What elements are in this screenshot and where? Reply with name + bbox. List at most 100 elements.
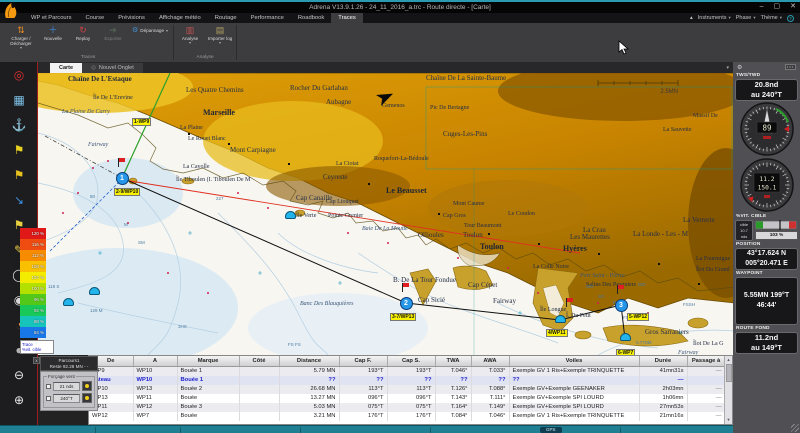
place-label: La Londe - Les - M — [633, 231, 688, 238]
collapse-ribbon-icon[interactable]: ▴ — [690, 15, 693, 21]
waypoint-marker-3[interactable]: 3 — [615, 299, 628, 312]
wind-speed-mark-button[interactable] — [82, 381, 92, 391]
buoy-marker[interactable] — [89, 287, 100, 295]
adrena-logo-icon — [3, 2, 18, 19]
buoy-marker[interactable] — [285, 211, 296, 219]
table-row[interactable]: WP10WP13Bouée 226.68 MN113°T113°TT.126°T… — [89, 385, 725, 394]
table-row[interactable]: bateauWP10Bouée 1????????????— — [89, 376, 725, 385]
depth-label: FSSH — [683, 303, 695, 308]
vit-cible-panel[interactable]: cible 10.7 nds 103 % — [735, 220, 798, 241]
table-row[interactable]: WP11WP12Bouée 35.03 MN075°T075°TT.164°T.… — [89, 403, 725, 412]
zoom-in-icon[interactable]: ⊕ — [0, 387, 38, 412]
table-row[interactable]: WP13WP11Bouée13.27 MN096°T096°TT.143°T.1… — [89, 394, 725, 403]
column-header-distance[interactable]: Distance — [279, 356, 339, 366]
sidebar-more-icon[interactable]: ••• — [785, 64, 796, 70]
column-header-awa[interactable]: AWA — [471, 356, 509, 366]
menu-tab-pr-visions[interactable]: Prévisions — [111, 13, 152, 23]
repair-button[interactable]: ⚙Dépannage▾ — [128, 25, 172, 36]
parcours-header[interactable]: x Parcours1 Reste 92.28 MN - - — [40, 356, 98, 371]
buoy-marker[interactable] — [555, 315, 566, 323]
wind-speed-field[interactable]: 21 nds — [53, 382, 80, 391]
waypoint-tag[interactable]: 4/WP11 — [546, 329, 568, 337]
position-panel[interactable]: 43°17.624 N 005°20.471 E — [735, 248, 798, 270]
route-fond-panel[interactable]: 11.2nd au 149°T — [735, 332, 798, 354]
route-marks-icon[interactable]: ⚑ — [0, 137, 38, 162]
ribbon-group-analyse: ▥Analyse▾▤Importer log▾Analyse — [175, 23, 235, 62]
place-label: La Sauvette — [663, 127, 692, 133]
nautical-chart[interactable]: 2.5MN Chaîne De — [38, 73, 735, 355]
tws-twd-panel[interactable]: 20.8nd au 240°T — [735, 79, 798, 101]
bearing-line-icon[interactable]: ↘ — [0, 187, 38, 212]
import-log-button[interactable]: ▤Importer log▾ — [205, 23, 235, 45]
scroll-thumb[interactable] — [726, 364, 732, 382]
phase-menu[interactable]: Phase — [736, 15, 752, 21]
zoom-out-icon[interactable]: ⊖ — [0, 362, 38, 387]
load-unload-button[interactable]: ⇅Charger / Décharger▾ — [4, 23, 38, 50]
analyse-button[interactable]: ▥Analyse▾ — [175, 23, 205, 45]
place-label: Banc Des Blauquières — [300, 301, 353, 307]
adrena-window: Adrena V13.9.1.26 - 24_11_2016_a.trc - R… — [0, 0, 800, 433]
column-header-a[interactable]: A — [133, 356, 177, 366]
column-header-marque[interactable]: Marque — [177, 356, 239, 366]
tab-nouvel-onglet[interactable]: ◎ Nouvel Onglet — [82, 63, 143, 73]
menu-tab-wp-et-parcours[interactable]: WP et Parcours — [24, 13, 79, 23]
maximize-button[interactable]: ▢ — [774, 2, 781, 12]
column-header-passage-[interactable]: Passage à — [687, 356, 725, 366]
window-title: Adrena V13.9.1.26 - 24_11_2016_a.trc - R… — [0, 2, 800, 13]
flag-icon — [402, 283, 403, 292]
table-row[interactable]: WP9WP10Bouée 15.79 MN193°T193°TT.046°T.0… — [89, 366, 725, 376]
menu-tab-course[interactable]: Course — [79, 13, 112, 23]
speed-heading-gauge[interactable]: 11.2 150.1 — [738, 158, 796, 213]
instruments-icon[interactable]: ⚓ — [0, 112, 38, 137]
place-label: Toulon — [480, 243, 504, 251]
buoy-marker[interactable] — [63, 298, 74, 306]
chart-icon[interactable]: ▦ — [0, 87, 38, 112]
scroll-up-icon[interactable]: ▲ — [727, 356, 731, 364]
wind-compass-gauge[interactable]: 89 — [738, 102, 796, 157]
wind-speed-checkbox[interactable] — [46, 384, 51, 389]
tab-list-dropdown-icon[interactable]: ▾ — [726, 65, 729, 71]
close-panel-button[interactable]: x — [33, 357, 40, 364]
new-trace-button[interactable]: ＋Nouvelle — [38, 23, 68, 41]
replay-button[interactable]: ↻Replay — [68, 23, 98, 41]
waypoint-tag[interactable]: 5-WP12 — [627, 313, 649, 321]
column-header-dur-e[interactable]: Durée — [639, 356, 687, 366]
waypoint-tag[interactable]: 1-WP9 — [132, 118, 151, 126]
column-header-cap-f-[interactable]: Cap F. — [339, 356, 387, 366]
wind-dir-mark-button[interactable] — [82, 393, 92, 403]
column-header-c-t-[interactable]: Côté — [239, 356, 279, 366]
resize-grip[interactable] — [791, 424, 799, 432]
menu-tab-routage[interactable]: Routage — [208, 13, 244, 23]
instruments-menu[interactable]: Instruments — [698, 15, 727, 21]
table-row[interactable]: WP12WP7Bouée3.21 MN176°T176°TT.084°T.046… — [89, 412, 725, 421]
gps-status[interactable]: GPS — [540, 427, 562, 433]
table-scrollbar[interactable]: ▲ ▼ — [724, 356, 732, 424]
minimize-button[interactable]: – — [760, 2, 764, 12]
scroll-down-icon[interactable]: ▼ — [727, 416, 731, 424]
ribbon-group-label: Traces — [4, 54, 172, 62]
waypoint-tag[interactable]: 2-9/WP10 — [114, 188, 140, 196]
waypoint-marker-1[interactable]: 1 — [116, 172, 129, 185]
wind-dir-field[interactable]: 240°T — [53, 394, 80, 403]
wind-dir-checkbox[interactable] — [46, 396, 51, 401]
theme-menu[interactable]: Thème — [761, 15, 778, 21]
menu-tab-performance[interactable]: Performance — [244, 13, 291, 23]
waypoint-tag[interactable]: 3-7/WP13 — [390, 313, 416, 321]
waypoint-marker-2[interactable]: 2 — [400, 297, 413, 310]
waypoint-panel[interactable]: 5.55MN 199°T 46:44' — [735, 277, 798, 325]
place-label: Fairway — [88, 142, 108, 148]
column-header-twa[interactable]: TWA — [435, 356, 471, 366]
help-button[interactable]: ? — [787, 15, 794, 22]
close-button[interactable]: ✕ — [790, 2, 796, 12]
life-ring-icon[interactable]: ◎ — [0, 62, 38, 87]
column-header-voiles[interactable]: Voiles — [509, 356, 639, 366]
sidebar-settings-icon[interactable]: ⚙ — [737, 64, 742, 71]
depth-label: 3HS — [178, 325, 187, 330]
menu-tab-traces[interactable]: Traces — [331, 13, 363, 23]
menu-tab-affichage-m-t-o[interactable]: Affichage météo — [152, 13, 208, 23]
marks-pair-icon[interactable]: ⚑ — [0, 162, 38, 187]
menu-tab-roadbook[interactable]: Roadbook — [291, 13, 331, 23]
column-header-cap-s-[interactable]: Cap S. — [387, 356, 435, 366]
tab-carte[interactable]: Carte — [50, 63, 82, 73]
buoy-marker[interactable] — [620, 333, 631, 341]
